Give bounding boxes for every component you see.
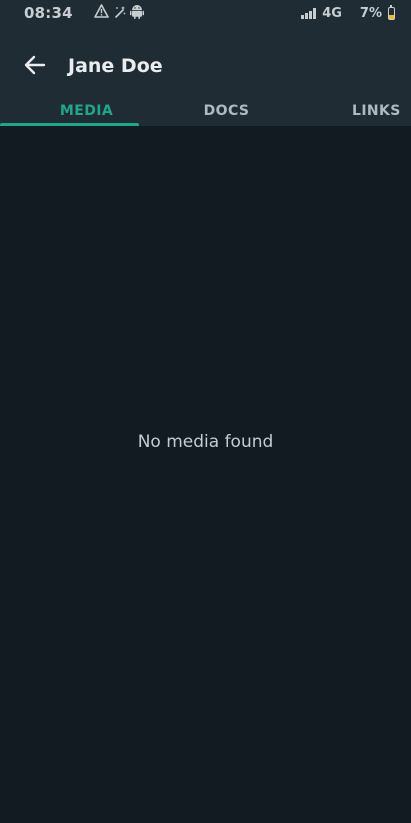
- status-bar: 08:34 4G 7%: [0, 0, 411, 26]
- status-time: 08:34: [24, 4, 73, 22]
- app-bar: Jane Doe MEDIA DOCS LINKS: [0, 26, 411, 126]
- contact-name-title: Jane Doe: [68, 55, 163, 77]
- status-notification-icons: [93, 4, 144, 23]
- status-system-indicators: 4G 7%: [301, 4, 395, 21]
- warning-icon: [93, 4, 109, 22]
- tab-links[interactable]: LINKS: [334, 96, 411, 126]
- empty-state-message: No media found: [137, 432, 274, 452]
- battery-level: [389, 15, 394, 19]
- tab-media-label: MEDIA: [59, 103, 114, 119]
- tab-bar: MEDIA DOCS LINKS: [0, 96, 411, 126]
- active-tab-indicator: [0, 123, 139, 126]
- tab-links-label: LINKS: [352, 103, 401, 119]
- android-icon: [129, 4, 144, 23]
- battery-percent: 7%: [359, 5, 382, 21]
- battery-icon: [388, 4, 395, 20]
- back-button[interactable]: [19, 51, 51, 83]
- tab-docs[interactable]: DOCS: [140, 96, 313, 126]
- tab-docs-label: DOCS: [203, 103, 250, 119]
- magic-wand-icon: [113, 4, 126, 22]
- network-type: 4G: [322, 5, 342, 21]
- arrow-left-icon: [24, 55, 46, 79]
- signal-strength-icon: [301, 7, 317, 19]
